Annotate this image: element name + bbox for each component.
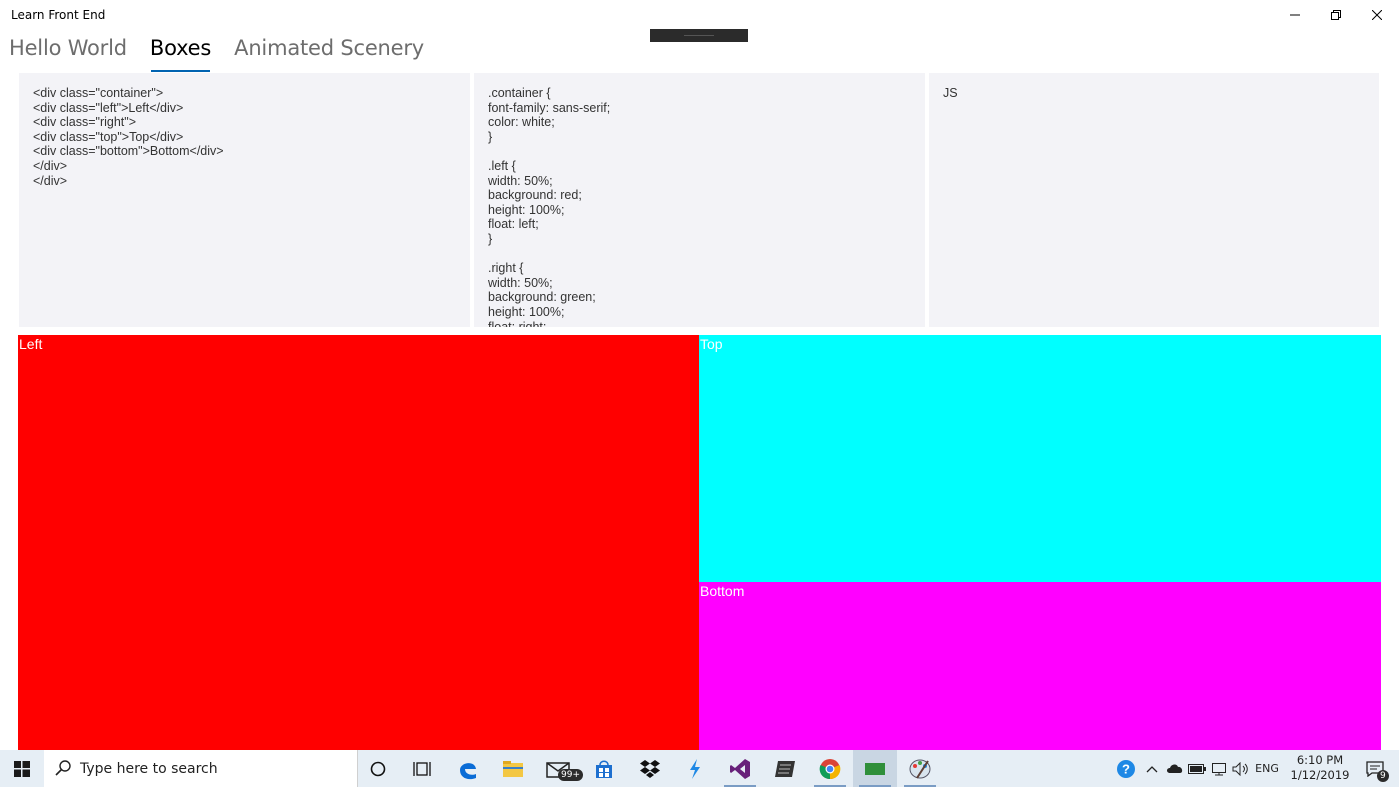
task-view-icon <box>413 761 431 776</box>
cortana-icon <box>370 761 386 776</box>
close-button[interactable] <box>1354 0 1399 30</box>
network-tray-button[interactable] <box>1208 750 1230 787</box>
dropbox-button[interactable] <box>628 750 672 787</box>
css-code: .container { font-family: sans-serif; co… <box>488 86 611 327</box>
tab-boxes[interactable]: Boxes <box>150 36 211 72</box>
notepad-button[interactable] <box>763 750 807 787</box>
active-app-button[interactable] <box>853 750 897 787</box>
svg-text:?: ? <box>1122 761 1130 776</box>
taskbar: Type here to search 99+ ? ENG 6:10 PM 1/… <box>0 750 1399 787</box>
clock[interactable]: 6:10 PM 1/12/2019 <box>1285 753 1355 783</box>
preview-pane: Left Top Bottom <box>18 335 1381 750</box>
minimize-button[interactable] <box>1272 0 1318 30</box>
show-hidden-icons-button[interactable] <box>1142 750 1162 787</box>
mail-button[interactable]: 99+ <box>536 750 583 787</box>
store-button[interactable] <box>582 750 626 787</box>
visual-studio-icon <box>730 758 750 779</box>
volume-icon <box>1232 761 1248 776</box>
notepad-icon <box>775 760 795 777</box>
file-explorer-button[interactable] <box>491 750 535 787</box>
top-box: Top <box>699 335 1381 582</box>
action-center-button[interactable]: 9 <box>1357 750 1393 787</box>
chrome-icon <box>819 758 841 779</box>
help-icon: ? <box>1117 759 1135 778</box>
css-editor[interactable]: .container { font-family: sans-serif; co… <box>474 73 925 327</box>
bottom-label: Bottom <box>700 583 745 599</box>
clock-time: 6:10 PM <box>1296 753 1344 767</box>
top-label: Top <box>700 336 723 352</box>
html-code: <div class="container"> <div class="left… <box>33 86 224 188</box>
cloud-icon <box>1167 764 1183 773</box>
restore-button[interactable] <box>1313 0 1359 30</box>
help-tray-button[interactable]: ? <box>1112 750 1140 787</box>
sway-button[interactable] <box>673 750 717 787</box>
visual-studio-button[interactable] <box>718 750 762 787</box>
chrome-button[interactable] <box>808 750 852 787</box>
drag-handle[interactable] <box>650 29 748 42</box>
edge-button[interactable] <box>446 750 490 787</box>
chevron-up-icon <box>1146 765 1158 772</box>
volume-tray-button[interactable] <box>1230 750 1252 787</box>
minimize-icon <box>1290 14 1300 16</box>
app-icon <box>865 762 885 775</box>
tab-animated-scenery[interactable]: Animated Scenery <box>234 36 424 72</box>
js-code: JS <box>943 86 958 100</box>
dropbox-icon <box>640 759 660 778</box>
battery-tray-button[interactable] <box>1186 750 1208 787</box>
file-explorer-icon <box>503 760 523 777</box>
paint-button[interactable] <box>898 750 942 787</box>
close-icon <box>1372 10 1382 20</box>
cortana-button[interactable] <box>356 750 400 787</box>
mail-badge: 99+ <box>558 769 583 781</box>
tab-hello-world[interactable]: Hello World <box>9 36 127 72</box>
search-icon <box>55 760 71 776</box>
paint-icon <box>909 759 931 779</box>
app-title: Learn Front End <box>11 8 106 22</box>
network-icon <box>1212 762 1226 775</box>
notification-badge: 9 <box>1377 770 1389 782</box>
windows-logo-icon <box>14 760 30 777</box>
search-placeholder: Type here to search <box>80 761 218 777</box>
edge-icon <box>460 762 476 779</box>
clock-date: 1/12/2019 <box>1290 768 1350 782</box>
onedrive-tray-button[interactable] <box>1164 750 1186 787</box>
battery-icon <box>1188 763 1206 774</box>
html-editor[interactable]: <div class="container"> <div class="left… <box>19 73 470 327</box>
taskbar-search[interactable]: Type here to search <box>44 750 358 787</box>
title-bar: Learn Front End <box>0 0 1399 30</box>
tab-bar: Hello World Boxes Animated Scenery <box>9 36 447 72</box>
task-view-button[interactable] <box>400 750 444 787</box>
left-label: Left <box>19 336 43 352</box>
js-editor[interactable]: JS <box>929 73 1379 327</box>
sway-icon <box>690 758 700 779</box>
restore-icon <box>1331 10 1341 20</box>
store-icon <box>596 760 612 778</box>
start-button[interactable] <box>0 750 44 787</box>
language-button[interactable]: ENG <box>1252 750 1282 787</box>
bottom-box: Bottom <box>699 582 1381 750</box>
left-box: Left <box>18 335 699 750</box>
